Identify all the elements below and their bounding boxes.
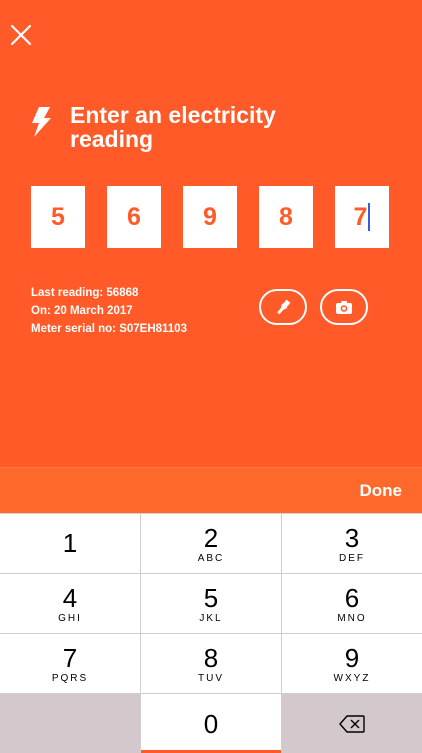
key-number: 5: [203, 582, 219, 613]
key-letters: DEF: [339, 552, 365, 564]
numeric-keypad: 1 2 ABC 3 DEF 4 GHI 5 JKL 6 MNO 7 PQRS 8…: [0, 513, 422, 753]
key-number: 2: [203, 522, 219, 553]
camera-icon: [336, 301, 352, 314]
key-number: 9: [344, 642, 360, 673]
digit-box-4[interactable]: 8: [259, 186, 313, 248]
digit-value: 5: [51, 202, 65, 231]
done-button[interactable]: Done: [360, 481, 403, 501]
text-cursor: [368, 203, 371, 231]
camera-button[interactable]: [320, 289, 368, 325]
key-number: 0: [203, 708, 219, 739]
digit-box-1[interactable]: 5: [31, 186, 85, 248]
torch-icon: [277, 299, 291, 315]
keyboard-toolbar: Done: [0, 467, 422, 514]
keypad-row: 7 PQRS 8 TUV 9 WXYZ: [0, 633, 422, 693]
digit-box-5[interactable]: 7: [335, 186, 389, 248]
key-letters: ABC: [197, 552, 225, 564]
backspace-icon: [339, 714, 365, 733]
key-0[interactable]: 0: [141, 694, 282, 753]
key-letters: JKL: [199, 612, 223, 624]
reading-info: Last reading: 56868 On: 20 March 2017 Me…: [31, 284, 187, 338]
keypad-row: 4 GHI 5 JKL 6 MNO: [0, 573, 422, 633]
key-number: 6: [344, 582, 360, 613]
last-reading: Last reading: 56868: [31, 287, 139, 299]
key-4[interactable]: 4 GHI: [0, 574, 141, 633]
key-letters: PQRS: [51, 672, 89, 684]
key-blank: [0, 694, 141, 753]
keypad-row: 1 2 ABC 3 DEF: [0, 513, 422, 573]
digit-value: 6: [127, 202, 141, 231]
key-8[interactable]: 8 TUV: [141, 634, 282, 693]
key-letters: MNO: [337, 612, 367, 624]
reading-input[interactable]: 5 6 9 8 7: [31, 186, 389, 248]
key-number: 7: [62, 642, 78, 673]
lightning-bolt-icon: [32, 107, 51, 137]
meter-serial: Meter serial no: S07EH81103: [31, 323, 187, 335]
key-number: 8: [203, 642, 219, 673]
digit-value: 8: [279, 202, 293, 231]
key-number: 1: [62, 528, 78, 558]
keypad-row: 0: [0, 693, 422, 753]
page-title: Enter an electricity reading: [70, 102, 276, 152]
key-letters: TUV: [198, 672, 224, 684]
key-1[interactable]: 1: [0, 514, 141, 573]
key-letters: WXYZ: [333, 672, 371, 684]
key-5[interactable]: 5 JKL: [141, 574, 282, 633]
close-button[interactable]: [10, 24, 32, 46]
digit-box-2[interactable]: 6: [107, 186, 161, 248]
key-6[interactable]: 6 MNO: [282, 574, 422, 633]
header: Enter an electricity reading: [30, 103, 330, 151]
digit-value: 7: [353, 202, 368, 231]
key-3[interactable]: 3 DEF: [282, 514, 422, 573]
key-9[interactable]: 9 WXYZ: [282, 634, 422, 693]
key-2[interactable]: 2 ABC: [141, 514, 282, 573]
torch-button[interactable]: [259, 289, 307, 325]
digit-box-3[interactable]: 9: [183, 186, 237, 248]
last-reading-date: On: 20 March 2017: [31, 305, 133, 317]
close-icon: [10, 24, 32, 46]
key-number: 3: [344, 522, 360, 553]
key-7[interactable]: 7 PQRS: [0, 634, 141, 693]
digit-value: 9: [203, 202, 217, 231]
key-letters: GHI: [58, 612, 82, 624]
delete-key[interactable]: [282, 694, 422, 753]
key-number: 4: [62, 582, 78, 613]
